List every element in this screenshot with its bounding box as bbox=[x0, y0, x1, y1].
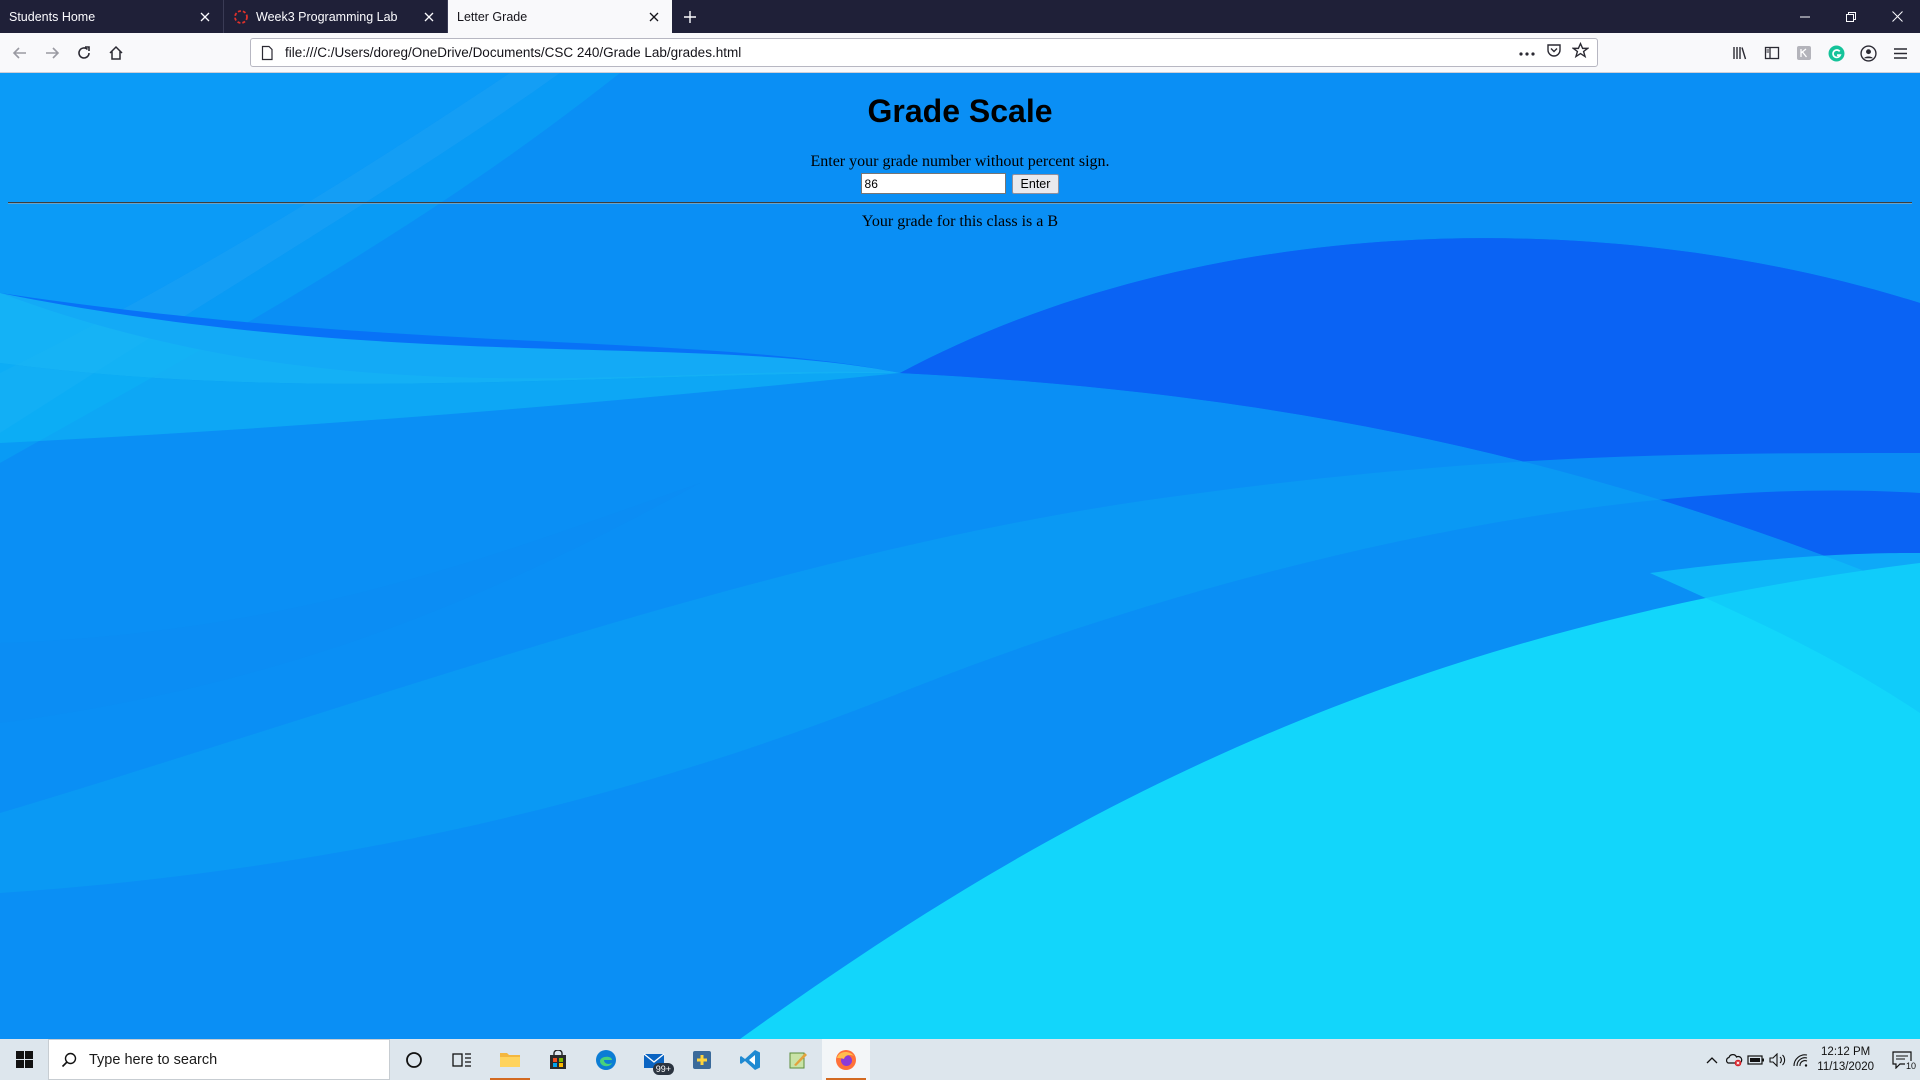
tab-title: Week3 Programming Lab bbox=[256, 9, 398, 24]
tab-strip: Students Home Week3 Programming Lab Lett… bbox=[0, 0, 1920, 33]
forward-arrow-icon bbox=[46, 46, 60, 59]
home-button[interactable] bbox=[100, 37, 132, 69]
home-icon bbox=[109, 45, 123, 60]
page-actions-icon[interactable] bbox=[1518, 44, 1536, 62]
enter-button[interactable]: Enter bbox=[1011, 174, 1060, 194]
battery-icon[interactable] bbox=[1745, 1039, 1767, 1080]
window-controls bbox=[1782, 0, 1920, 33]
tab-students-home[interactable]: Students Home bbox=[0, 0, 224, 33]
restore-button[interactable] bbox=[1828, 0, 1874, 33]
notepad-icon[interactable] bbox=[774, 1039, 822, 1080]
vscode-icon[interactable] bbox=[726, 1039, 774, 1080]
bookmark-star-icon[interactable] bbox=[1571, 41, 1590, 64]
volume-icon[interactable] bbox=[1767, 1039, 1789, 1080]
notification-count: 10 bbox=[1904, 1061, 1917, 1071]
extension-icon[interactable] bbox=[1788, 37, 1820, 69]
close-icon[interactable] bbox=[197, 9, 213, 25]
wifi-icon[interactable] bbox=[1789, 1039, 1811, 1080]
library-icon[interactable] bbox=[1724, 37, 1756, 69]
tab-title: Letter Grade bbox=[457, 9, 528, 24]
cortana-icon[interactable] bbox=[390, 1039, 438, 1080]
firefox-icon[interactable] bbox=[822, 1039, 870, 1080]
hamburger-menu-icon[interactable] bbox=[1884, 37, 1916, 69]
edge-icon[interactable] bbox=[582, 1039, 630, 1080]
search-placeholder: Type here to search bbox=[89, 1051, 218, 1068]
close-window-button[interactable] bbox=[1874, 0, 1920, 33]
grade-prompt: Enter your grade number without percent … bbox=[810, 153, 1110, 170]
grade-form: Enter bbox=[0, 173, 1920, 194]
file-explorer-icon[interactable] bbox=[486, 1039, 534, 1080]
grade-result: Your grade for this class is a B bbox=[861, 213, 1059, 230]
page-icon bbox=[259, 45, 275, 61]
forward-button[interactable] bbox=[36, 37, 68, 69]
system-tray: 12:12 PM 11/13/2020 10 bbox=[1701, 1039, 1920, 1080]
back-arrow-icon bbox=[12, 46, 26, 59]
address-bar[interactable]: file:///C:/Users/doreg/OneDrive/Document… bbox=[250, 38, 1598, 67]
start-button[interactable] bbox=[0, 1039, 48, 1080]
mail-badge: 99+ bbox=[652, 1063, 674, 1075]
taskbar-search[interactable]: Type here to search bbox=[48, 1039, 390, 1080]
back-button[interactable] bbox=[4, 37, 36, 69]
loading-spinner-icon bbox=[233, 9, 249, 25]
sidebar-icon[interactable] bbox=[1756, 37, 1788, 69]
clock-time: 12:12 PM bbox=[1821, 1045, 1871, 1058]
tab-letter-grade[interactable]: Letter Grade bbox=[448, 0, 672, 33]
onedrive-error-icon[interactable] bbox=[1723, 1039, 1745, 1080]
web-page: Grade Scale Enter your grade number with… bbox=[0, 73, 1920, 1039]
plus-icon bbox=[684, 10, 696, 23]
reload-button[interactable] bbox=[68, 37, 100, 69]
close-icon[interactable] bbox=[421, 9, 437, 25]
store-icon[interactable] bbox=[534, 1039, 582, 1080]
windows-logo-icon bbox=[15, 1051, 33, 1068]
navigation-toolbar: file:///C:/Users/doreg/OneDrive/Document… bbox=[0, 33, 1920, 73]
page-title: Grade Scale bbox=[867, 93, 1053, 129]
system-clock[interactable]: 12:12 PM 11/13/2020 bbox=[1811, 1045, 1884, 1075]
chevron-up-icon[interactable] bbox=[1701, 1039, 1723, 1080]
minimize-button[interactable] bbox=[1782, 0, 1828, 33]
pocket-icon[interactable] bbox=[1546, 42, 1562, 63]
python-icon[interactable] bbox=[678, 1039, 726, 1080]
account-icon[interactable] bbox=[1852, 37, 1884, 69]
tab-week3-programming-lab[interactable]: Week3 Programming Lab bbox=[224, 0, 448, 33]
notification-center-icon[interactable]: 10 bbox=[1884, 1039, 1920, 1080]
url-text[interactable]: file:///C:/Users/doreg/OneDrive/Document… bbox=[285, 45, 1518, 60]
clock-date: 11/13/2020 bbox=[1817, 1060, 1874, 1073]
windows-taskbar: Type here to search 99+ 12:12 PM 11/13/2… bbox=[0, 1039, 1920, 1080]
search-icon bbox=[61, 1052, 77, 1067]
new-tab-button[interactable] bbox=[672, 0, 708, 33]
grade-input[interactable] bbox=[860, 173, 1006, 194]
reload-icon bbox=[78, 45, 90, 59]
mail-icon[interactable]: 99+ bbox=[630, 1039, 678, 1080]
close-icon[interactable] bbox=[646, 9, 662, 25]
task-view-icon[interactable] bbox=[438, 1039, 486, 1080]
toolbar-extensions bbox=[1724, 37, 1916, 69]
tab-title: Students Home bbox=[9, 9, 96, 24]
divider bbox=[8, 202, 1912, 204]
grammarly-icon[interactable] bbox=[1820, 37, 1852, 69]
